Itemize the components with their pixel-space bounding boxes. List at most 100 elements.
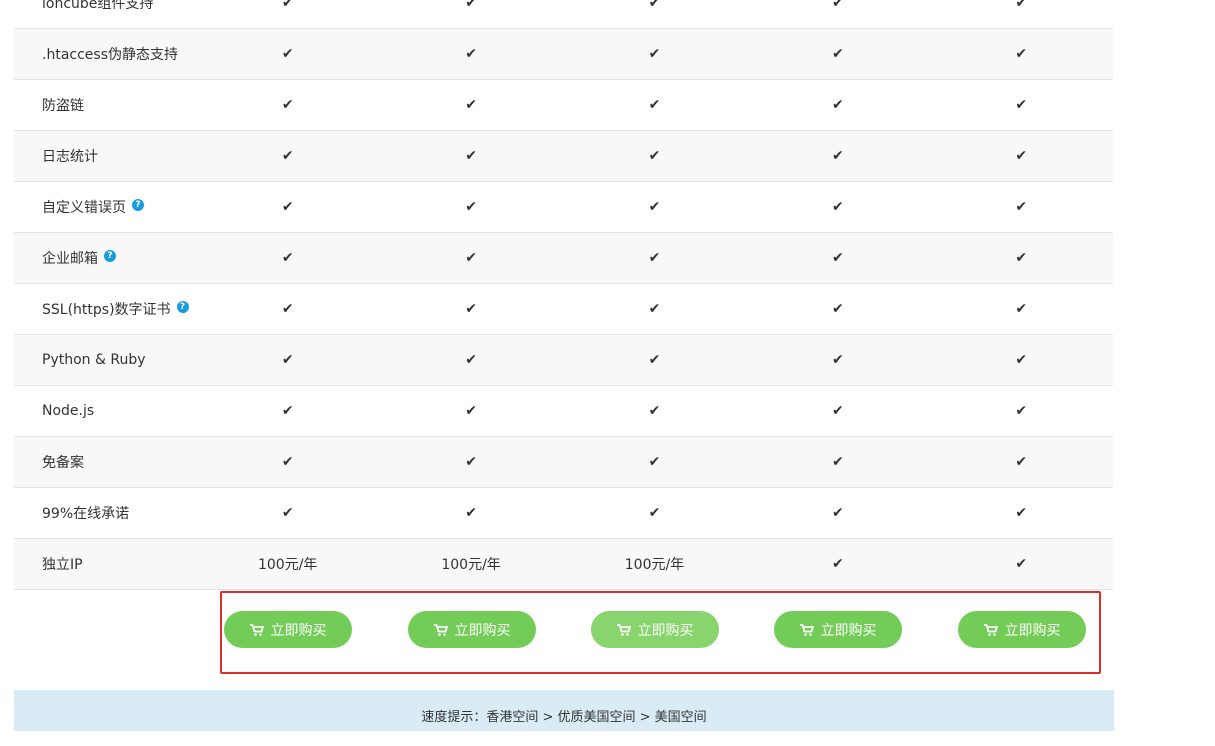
check-icon: ✔ [281,352,294,368]
table-row: Node.js ✔ ✔ ✔ ✔ ✔ [14,386,1113,437]
check-icon: ✔ [648,97,661,113]
buy-button-label: 立即购买 [454,622,511,639]
check-icon: ✔ [465,148,477,164]
check-icon: ✔ [281,505,294,521]
buy-now-button-1[interactable]: 立即购买 [224,611,352,648]
check-icon: ✔ [1015,148,1028,164]
feature-label: ioncube组件支持 [42,0,154,12]
feature-label: Node.js [42,403,95,419]
check-icon: ✔ [465,403,477,419]
feature-name: 企业邮箱? [14,248,196,268]
check-icon: ✔ [281,403,294,419]
feature-name: Python & Ruby [14,352,196,368]
check-icon: ✔ [281,148,294,164]
feature-name: SSL(https)数字证书? [14,299,196,319]
table-row: .htaccess伪静态支持 ✔ ✔ ✔ ✔ ✔ [14,29,1113,80]
feature-name: 防盗链 [14,95,196,115]
check-icon: ✔ [281,0,294,11]
buy-button-label: 立即购买 [1004,622,1061,639]
check-icon: ✔ [465,505,477,521]
cart-icon [983,623,998,636]
price-cell: 100元/年 [624,557,685,573]
check-icon: ✔ [281,454,294,470]
cart-icon [249,623,264,636]
table-row: 防盗链 ✔ ✔ ✔ ✔ ✔ [14,80,1113,131]
buy-button-label: 立即购买 [820,622,877,639]
price-cell: 100元/年 [441,557,501,573]
cart-icon [616,623,631,636]
feature-label: 免备案 [42,455,84,471]
check-icon: ✔ [465,199,477,215]
buy-button-label: 立即购买 [637,622,694,639]
check-icon: ✔ [832,199,844,215]
table-row: SSL(https)数字证书? ✔ ✔ ✔ ✔ ✔ [14,284,1113,335]
buy-now-button-5[interactable]: 立即购买 [958,611,1086,648]
check-icon: ✔ [832,352,844,368]
check-icon: ✔ [281,301,294,317]
feature-name: 99%在线承诺 [14,503,196,523]
check-icon: ✔ [281,250,294,266]
check-icon: ✔ [1015,97,1028,113]
buy-now-button-4[interactable]: 立即购买 [774,611,902,648]
feature-comparison-table: ioncube组件支持 ✔ ✔ ✔ ✔ ✔ .htaccess伪静态支持 ✔ ✔ ✔ ✔ ✔ 防盗链 ✔ ✔… [14,0,1113,590]
buy-now-button-2[interactable]: 立即购买 [408,611,536,648]
help-icon[interactable]: ? [104,250,116,262]
feature-label: 自定义错误页 [42,200,126,216]
check-icon: ✔ [1015,454,1028,470]
check-icon: ✔ [648,505,661,521]
check-icon: ✔ [1015,556,1028,572]
check-icon: ✔ [1015,199,1028,215]
cart-icon [799,623,814,636]
check-icon: ✔ [832,250,844,266]
feature-name: 日志统计 [14,146,196,166]
feature-label: Python & Ruby [42,352,146,368]
feature-name: 独立IP [14,554,196,574]
cart-icon [433,623,448,636]
check-icon: ✔ [648,352,661,368]
check-icon: ✔ [465,97,477,113]
check-icon: ✔ [465,0,477,11]
check-icon: ✔ [465,46,477,62]
check-icon: ✔ [832,97,844,113]
speed-tip-text: 速度提示：香港空间 > 优质美国空间 > 美国空间 [421,710,707,725]
check-icon: ✔ [648,0,661,11]
check-icon: ✔ [648,199,661,215]
help-icon[interactable]: ? [176,301,189,313]
check-icon: ✔ [648,403,661,419]
feature-label: SSL(https)数字证书 [42,302,171,318]
check-icon: ✔ [1015,403,1028,419]
check-icon: ✔ [1015,352,1028,368]
feature-label: 防盗链 [42,98,84,114]
check-icon: ✔ [648,148,661,164]
check-icon: ✔ [281,46,294,62]
check-icon: ✔ [832,454,844,470]
check-icon: ✔ [1015,0,1028,11]
price-cell: 100元/年 [257,557,318,573]
table-row: 自定义错误页? ✔ ✔ ✔ ✔ ✔ [14,182,1113,233]
check-icon: ✔ [832,505,844,521]
check-icon: ✔ [1015,301,1028,317]
check-icon: ✔ [1015,250,1028,266]
check-icon: ✔ [465,250,477,266]
table-row: 免备案 ✔ ✔ ✔ ✔ ✔ [14,437,1113,488]
help-icon[interactable]: ? [132,199,144,211]
table-row: Python & Ruby ✔ ✔ ✔ ✔ ✔ [14,335,1113,386]
check-icon: ✔ [832,403,844,419]
check-icon: ✔ [465,352,477,368]
feature-name: Node.js [14,403,196,419]
check-icon: ✔ [648,454,661,470]
table-row: 日志统计 ✔ ✔ ✔ ✔ ✔ [14,131,1113,182]
check-icon: ✔ [465,301,477,317]
feature-name: ioncube组件支持 [14,0,196,13]
check-icon: ✔ [1015,505,1028,521]
buy-now-button-3[interactable]: 立即购买 [591,611,719,648]
check-icon: ✔ [281,199,294,215]
feature-name: .htaccess伪静态支持 [14,44,196,64]
speed-tip-banner: 速度提示：香港空间 > 优质美国空间 > 美国空间 [14,690,1114,731]
feature-label: 独立IP [42,557,83,573]
check-icon: ✔ [832,556,844,572]
feature-label: 日志统计 [42,149,98,165]
check-icon: ✔ [465,454,477,470]
table-row: ioncube组件支持 ✔ ✔ ✔ ✔ ✔ [14,0,1113,29]
check-icon: ✔ [832,0,844,11]
